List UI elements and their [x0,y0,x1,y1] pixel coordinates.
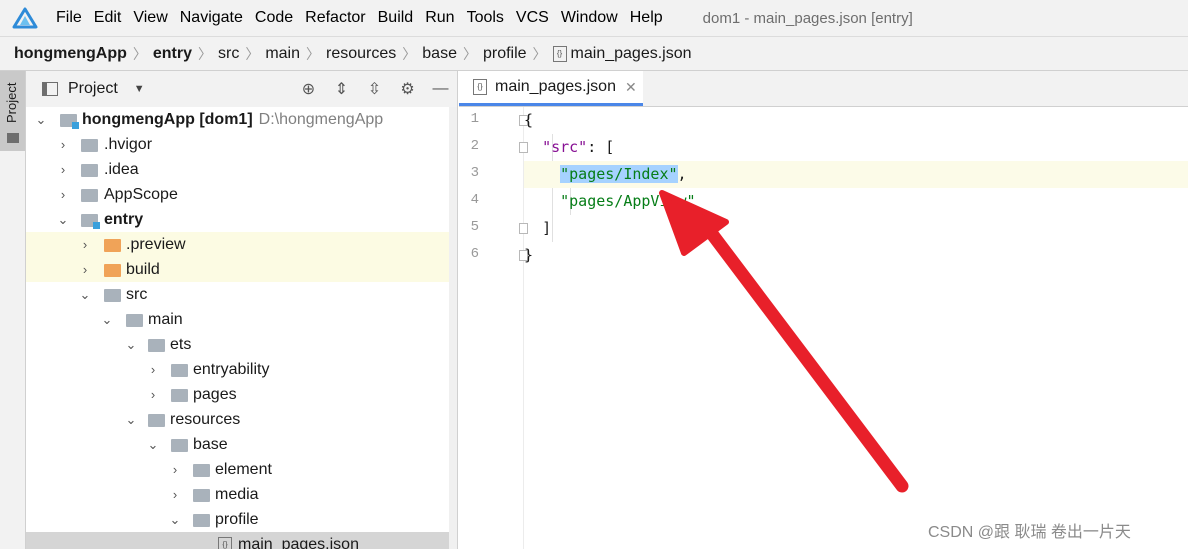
annotation-arrow-icon [659,190,909,493]
watermark: CSDN @跟 耿瑞 卷出一片天 [928,524,1131,541]
